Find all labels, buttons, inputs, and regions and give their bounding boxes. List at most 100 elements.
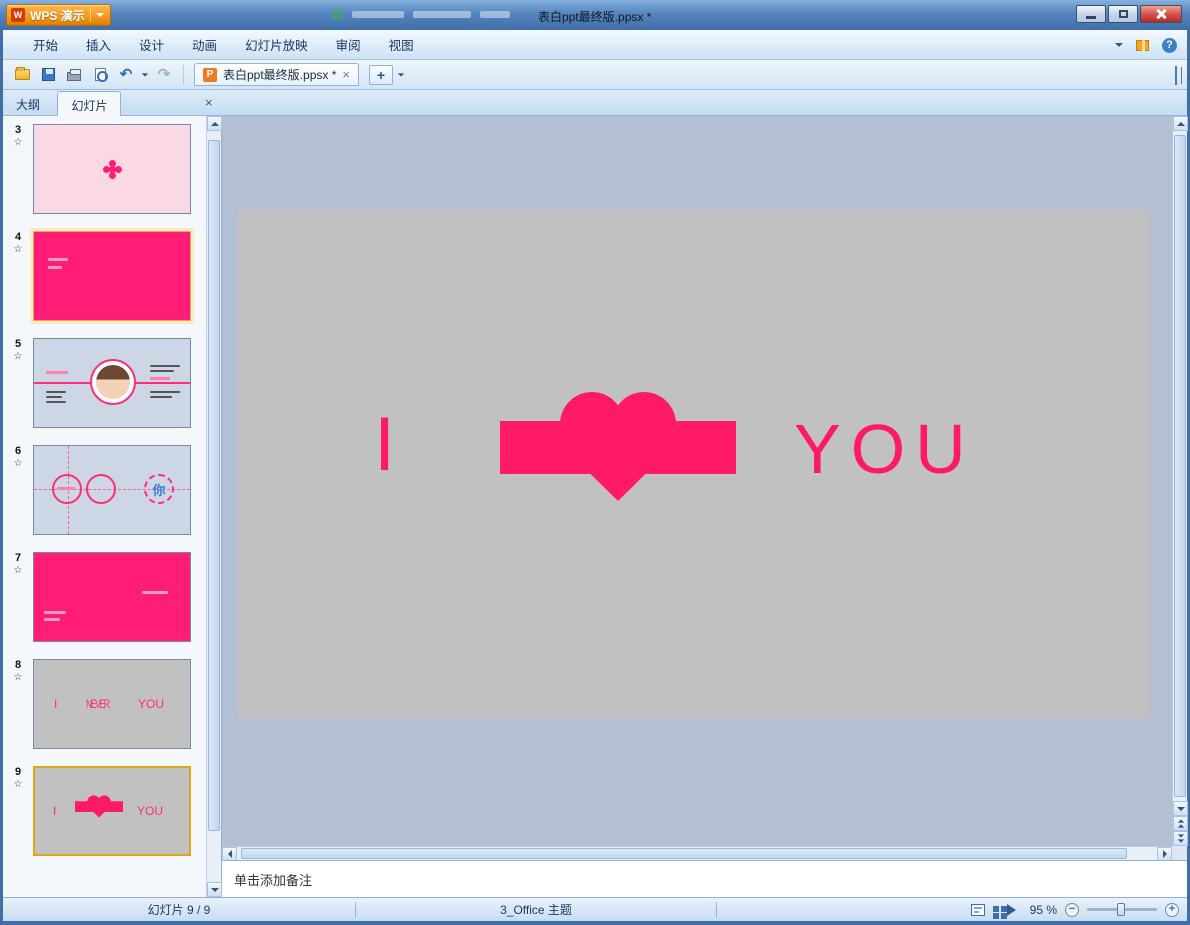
wps-app-button[interactable]: W WPS 演示	[6, 4, 111, 26]
double-arrow-up-icon	[1177, 824, 1184, 828]
panel-scrollbar[interactable]	[206, 116, 222, 897]
scroll-up-button[interactable]	[1173, 116, 1188, 131]
slide-number: 9	[14, 766, 22, 778]
arrow-down-icon	[1176, 806, 1185, 811]
scroll-up-button[interactable]	[207, 116, 222, 131]
vertical-scrollbar[interactable]	[1172, 116, 1188, 846]
slide-thumbnail-5[interactable]: 5 ☆	[3, 338, 206, 428]
panel-close-icon[interactable]: ×	[205, 95, 213, 110]
pages-icon	[1175, 66, 1177, 85]
ppt-file-icon: P	[203, 67, 217, 82]
scroll-down-button[interactable]	[207, 882, 222, 897]
slide-sorter-view-button[interactable]	[992, 906, 999, 912]
print-button[interactable]	[63, 64, 85, 86]
menu-slideshow[interactable]: 幻灯片放映	[231, 30, 322, 59]
menu-home[interactable]: 开始	[19, 30, 72, 59]
open-folder-icon	[14, 67, 30, 80]
minimize-icon	[1086, 16, 1096, 19]
slide-8-preview[interactable]: I NEVER YOU	[33, 659, 191, 749]
slide-3-preview[interactable]	[33, 124, 191, 214]
gift-icon[interactable]	[1136, 39, 1149, 51]
normal-view-button[interactable]	[970, 903, 985, 916]
animation-star-icon: ☆	[13, 244, 23, 255]
animation-star-icon: ☆	[13, 137, 23, 148]
slide-9-preview[interactable]: I YOU	[33, 766, 191, 856]
print-preview-button[interactable]	[89, 64, 111, 86]
slide-thumbnail-7[interactable]: 7 ☆	[3, 552, 206, 642]
menu-animation[interactable]: 动画	[178, 30, 231, 59]
menu-insert[interactable]: 插入	[72, 30, 125, 59]
slide-7-preview[interactable]	[33, 552, 191, 642]
slide-number: 8	[14, 659, 22, 671]
arrow-up-icon	[1176, 121, 1185, 126]
slides-panel: 3 ☆ 4 ☆ 5 ☆ 6 ☆ 你 7 ☆ 8 ☆ I NEVER YOU 9 …	[3, 116, 222, 897]
help-icon[interactable]: ?	[1162, 37, 1177, 53]
heart-shape[interactable]	[500, 391, 736, 503]
app-button-label: WPS 演示	[30, 8, 85, 23]
menu-design[interactable]: 设计	[125, 30, 178, 59]
document-tab[interactable]: P 表白ppt最终版.ppsx * ×	[194, 63, 359, 86]
scrollbar-thumb[interactable]	[241, 848, 1127, 859]
new-tab-dropdown-icon[interactable]	[397, 72, 405, 77]
slide-text-you[interactable]: YOU	[794, 414, 976, 484]
menubar: 开始 插入 设计 动画 幻灯片放映 审阅 视图 ?	[3, 30, 1187, 60]
open-button[interactable]	[11, 64, 33, 86]
undo-icon: ↶	[119, 66, 133, 83]
slide-thumbnail-3[interactable]: 3 ☆	[3, 124, 206, 214]
animation-star-icon: ☆	[13, 565, 23, 576]
arrow-right-icon	[1162, 850, 1167, 858]
minimize-button[interactable]	[1076, 5, 1106, 23]
zoom-slider[interactable]	[1087, 903, 1157, 916]
horizontal-scrollbar[interactable]	[222, 846, 1172, 861]
scroll-left-button[interactable]	[222, 847, 237, 861]
close-button[interactable]	[1140, 5, 1182, 23]
current-slide[interactable]: I YOU	[238, 210, 1150, 719]
slide-4-preview[interactable]	[33, 231, 191, 321]
slide-thumbnail-6[interactable]: 6 ☆ 你	[3, 445, 206, 535]
scrollbar-thumb[interactable]	[1174, 135, 1186, 797]
layout-toggle-button[interactable]	[1175, 66, 1177, 85]
scroll-down-button[interactable]	[1173, 801, 1188, 816]
restore-button[interactable]	[1108, 5, 1138, 23]
zoom-out-button[interactable]: −	[1065, 902, 1079, 917]
save-button[interactable]	[37, 64, 59, 86]
scrollbar-thumb[interactable]	[208, 140, 220, 831]
arrow-up-icon	[210, 121, 219, 126]
menu-view[interactable]: 视图	[375, 30, 428, 59]
slide-6-preview[interactable]: 你	[33, 445, 191, 535]
notes-area[interactable]: 单击添加备注	[222, 860, 1187, 897]
redo-icon: ↷	[157, 66, 171, 83]
double-arrow-down-icon	[1177, 834, 1184, 838]
slide-canvas: I YOU 单击添加备注	[222, 116, 1188, 897]
print-icon	[67, 69, 81, 81]
previous-slide-button[interactable]	[1173, 816, 1188, 831]
statusbar: 幻灯片 9 / 9 3_Office 主题 95 % − +	[3, 897, 1187, 921]
slideshow-button[interactable]	[1006, 903, 1016, 916]
slide-text-i[interactable]: I	[374, 407, 395, 483]
scroll-right-button[interactable]	[1157, 847, 1172, 861]
document-icon	[332, 9, 343, 20]
ribbon-collapse-icon[interactable]	[1115, 43, 1123, 47]
slide-indicator: 幻灯片 9 / 9	[147, 903, 211, 917]
menu-review[interactable]: 审阅	[322, 30, 375, 59]
slide-5-preview[interactable]	[33, 338, 191, 428]
new-tab-button[interactable]: +	[368, 64, 393, 85]
undo-dropdown-icon[interactable]	[141, 72, 149, 77]
double-arrow-up-icon	[1177, 819, 1184, 823]
arrow-down-icon	[210, 887, 219, 892]
tab-outline[interactable]: 大纲	[3, 91, 53, 118]
next-slide-button[interactable]	[1173, 831, 1188, 846]
slide-number: 7	[14, 552, 22, 564]
slide-6-text: 你	[152, 482, 166, 498]
document-tab-close-icon[interactable]: ×	[342, 68, 350, 81]
zoom-in-button[interactable]: +	[1165, 902, 1179, 917]
slide-thumbnail-9[interactable]: 9 ☆ I YOU	[3, 766, 206, 856]
animation-star-icon: ☆	[13, 458, 23, 469]
undo-button[interactable]: ↶	[115, 64, 137, 86]
print-preview-icon	[94, 68, 108, 82]
zoom-slider-handle[interactable]	[1117, 903, 1125, 916]
redo-button[interactable]: ↷	[153, 64, 175, 86]
slide-thumbnail-4[interactable]: 4 ☆	[3, 231, 206, 321]
slide-thumbnail-8[interactable]: 8 ☆ I NEVER YOU	[3, 659, 206, 749]
animation-star-icon: ☆	[13, 351, 23, 362]
